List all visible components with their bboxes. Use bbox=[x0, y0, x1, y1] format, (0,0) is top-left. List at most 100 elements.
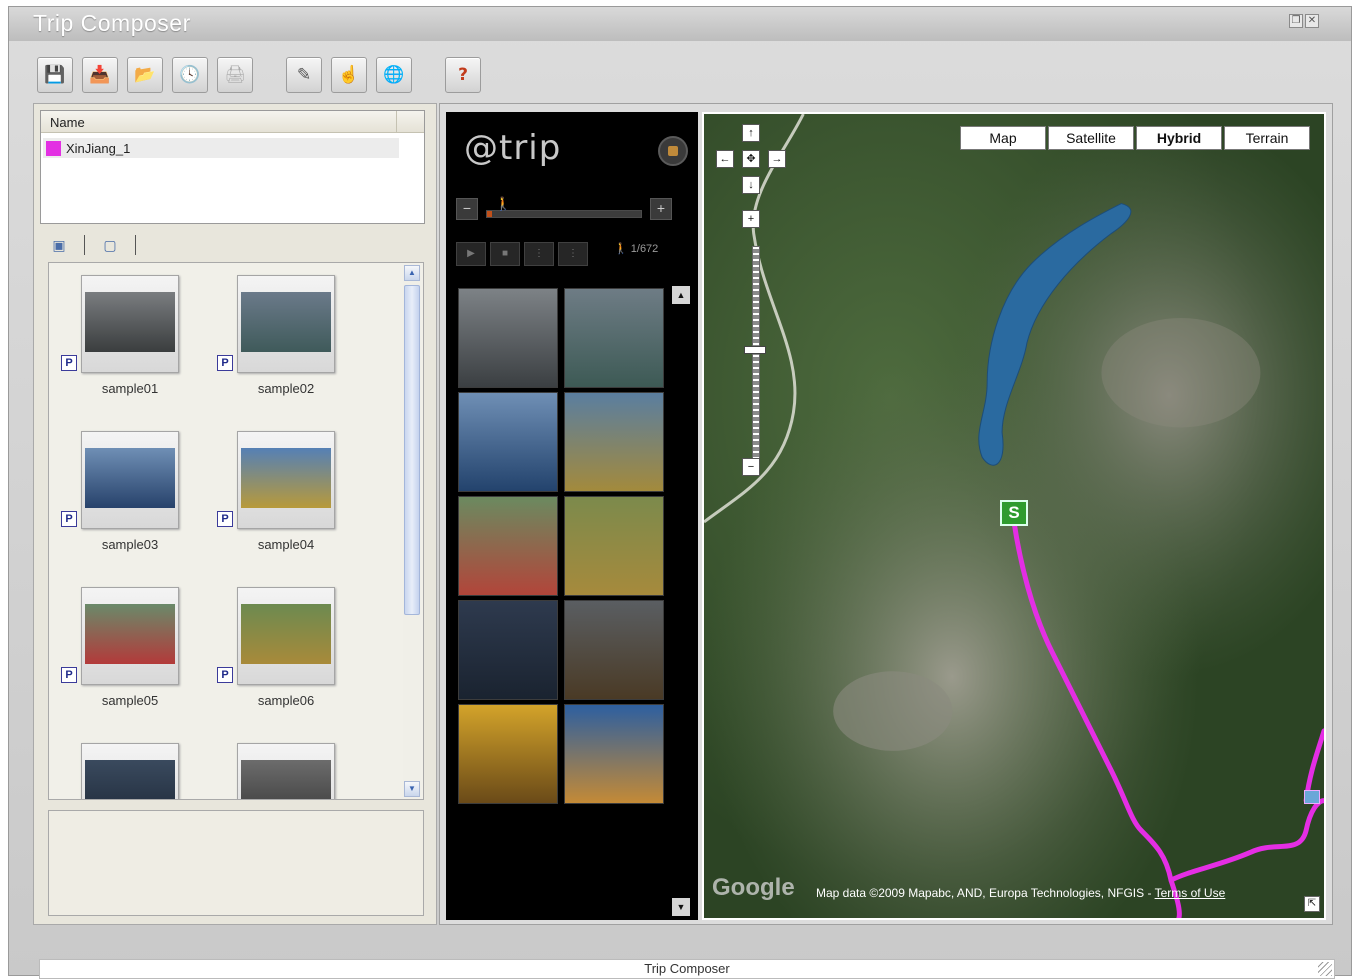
pan-center-button[interactable]: ✥ bbox=[742, 150, 760, 168]
thumbnail-label: sample02 bbox=[257, 381, 315, 396]
player-photo[interactable] bbox=[458, 392, 558, 492]
photo-thumbnail[interactable] bbox=[61, 743, 181, 799]
thumbnail-frame[interactable] bbox=[81, 275, 179, 373]
photo-thumbnail[interactable]: Psample06 bbox=[217, 587, 337, 717]
pan-down-button[interactable]: ↓ bbox=[742, 176, 760, 194]
player-photo[interactable] bbox=[564, 704, 664, 804]
publish-button[interactable]: 🌐 bbox=[376, 57, 412, 93]
close-button[interactable]: ✕ bbox=[1305, 14, 1319, 28]
zoom-out-button[interactable]: − bbox=[742, 458, 760, 476]
map-type-map-button[interactable]: Map bbox=[960, 126, 1046, 150]
stop-button[interactable]: ■ bbox=[490, 242, 520, 266]
thumbnail-frame[interactable] bbox=[237, 743, 335, 799]
toolbar: 💾 📥 📂 🕓 🖨 ✎ ☝ 🌐 ? bbox=[37, 55, 490, 95]
timeline-slider[interactable]: − 🚶 + bbox=[456, 196, 674, 220]
map-type-hybrid-button[interactable]: Hybrid bbox=[1136, 126, 1222, 150]
pan-left-button[interactable]: ← bbox=[716, 150, 734, 168]
thumbnail-frame[interactable] bbox=[237, 431, 335, 529]
walker-icon[interactable]: 🚶 bbox=[495, 196, 511, 212]
map-type-terrain-button[interactable]: Terrain bbox=[1224, 126, 1310, 150]
grid-scroll-down-button[interactable]: ▼ bbox=[672, 898, 690, 916]
select-button[interactable]: ☝ bbox=[331, 57, 367, 93]
overview-toggle-icon[interactable]: ⇱ bbox=[1304, 896, 1320, 912]
save-button[interactable]: 💾 bbox=[37, 57, 73, 93]
zoom-in-button[interactable]: + bbox=[742, 210, 760, 228]
map-type-satellite-button[interactable]: Satellite bbox=[1048, 126, 1134, 150]
thumbnail-image bbox=[241, 448, 331, 508]
player-photo[interactable] bbox=[458, 600, 558, 700]
player-photo[interactable] bbox=[564, 496, 664, 596]
zoom-slider-thumb[interactable] bbox=[744, 346, 766, 354]
view-tabs: ▣ ▢ bbox=[46, 234, 142, 256]
help-button[interactable]: ? bbox=[445, 57, 481, 93]
photo-thumbnail[interactable]: Psample02 bbox=[217, 275, 337, 405]
edit-button[interactable]: ✎ bbox=[286, 57, 322, 93]
play-button[interactable]: ▶ bbox=[456, 242, 486, 266]
window-controls: ❐ ✕ bbox=[1289, 14, 1319, 28]
thumbnail-frame[interactable] bbox=[237, 275, 335, 373]
map-type-selector: Map Satellite Hybrid Terrain bbox=[958, 126, 1310, 150]
photo-thumbnail[interactable]: Psample05 bbox=[61, 587, 181, 717]
player-photo[interactable] bbox=[458, 496, 558, 596]
import-button[interactable]: 📥 bbox=[82, 57, 118, 93]
player-photo[interactable] bbox=[564, 288, 664, 388]
name-column-header[interactable]: Name bbox=[41, 111, 424, 133]
trip-list: Name XinJiang_1 bbox=[40, 110, 425, 224]
thumbnail-image bbox=[85, 604, 175, 664]
start-marker[interactable]: S bbox=[1000, 500, 1028, 526]
thumbnail-frame[interactable] bbox=[81, 431, 179, 529]
step-back-button[interactable]: ⋮ bbox=[524, 242, 554, 266]
thumbnail-frame[interactable] bbox=[237, 587, 335, 685]
photo-thumbnail[interactable]: Psample03 bbox=[61, 431, 181, 561]
tab-notes[interactable]: ▢ bbox=[97, 235, 123, 255]
scroll-up-button[interactable]: ▲ bbox=[404, 265, 420, 281]
zoom-slider-track[interactable] bbox=[752, 246, 760, 472]
download-icon: 📥 bbox=[89, 65, 111, 84]
grid-scroll-up-button[interactable]: ▲ bbox=[672, 286, 690, 304]
photo-thumbnail-grid: ▲ ▼ Psample01 Psample02 Psample03 Psample04… bbox=[48, 262, 424, 800]
timeline-minus-button[interactable]: − bbox=[456, 198, 478, 220]
save-icon: 💾 bbox=[44, 65, 66, 84]
player-photo[interactable] bbox=[458, 288, 558, 388]
time-adjust-button[interactable]: 🕓 bbox=[172, 57, 208, 93]
thumbnail-label: sample06 bbox=[257, 693, 315, 708]
map-mountain-patch bbox=[833, 671, 953, 751]
photo-thumbnail[interactable]: Psample04 bbox=[217, 431, 337, 561]
player-photo[interactable] bbox=[564, 392, 664, 492]
tab-photos[interactable]: ▣ bbox=[46, 235, 72, 255]
photo-location-icon[interactable] bbox=[1304, 790, 1320, 804]
column-divider[interactable] bbox=[396, 111, 397, 133]
thumbnail-image bbox=[85, 448, 175, 508]
terms-of-use-link[interactable]: Terms of Use bbox=[1155, 886, 1226, 900]
scrollbar-thumb[interactable] bbox=[404, 285, 420, 615]
resize-grip[interactable] bbox=[1318, 962, 1332, 976]
player-photo[interactable] bbox=[564, 600, 664, 700]
print-button[interactable]: 🖨 bbox=[217, 57, 253, 93]
pan-up-button[interactable]: ↑ bbox=[742, 124, 760, 142]
thumbnail-frame[interactable] bbox=[81, 743, 179, 799]
player-photo[interactable] bbox=[458, 704, 558, 804]
trip-list-item[interactable]: XinJiang_1 bbox=[43, 138, 399, 158]
scroll-down-button[interactable]: ▼ bbox=[404, 781, 420, 797]
add-photos-button[interactable]: 📂 bbox=[127, 57, 163, 93]
map-view[interactable]: ↑ ← ✥ → ↓ + − Map Satellite Hybrid Terra… bbox=[702, 112, 1326, 920]
help-icon: ? bbox=[458, 65, 468, 85]
timeline-progress bbox=[487, 211, 492, 217]
map-attribution: Map data ©2009 Mapabc, AND, Europa Techn… bbox=[816, 886, 1225, 900]
photo-thumbnail[interactable] bbox=[217, 743, 337, 799]
thumbnail-label: sample05 bbox=[101, 693, 159, 708]
photo-thumbnail[interactable]: Psample01 bbox=[61, 275, 181, 405]
thumbnail-label: sample03 bbox=[101, 537, 159, 552]
thumbnail-image bbox=[241, 292, 331, 352]
step-forward-button[interactable]: ⋮ bbox=[558, 242, 588, 266]
globe-icon: 🌐 bbox=[383, 65, 405, 84]
photo-counter: 🚶 1/672 bbox=[614, 243, 659, 255]
thumbnail-frame[interactable] bbox=[81, 587, 179, 685]
geotag-badge: P bbox=[217, 511, 233, 527]
restore-button[interactable]: ❐ bbox=[1289, 14, 1303, 28]
record-button[interactable] bbox=[658, 136, 688, 166]
thumbnail-scrollbar[interactable]: ▲ ▼ bbox=[403, 265, 421, 797]
timeline-plus-button[interactable]: + bbox=[650, 198, 672, 220]
geotag-badge: P bbox=[61, 667, 77, 683]
pan-right-button[interactable]: → bbox=[768, 150, 786, 168]
